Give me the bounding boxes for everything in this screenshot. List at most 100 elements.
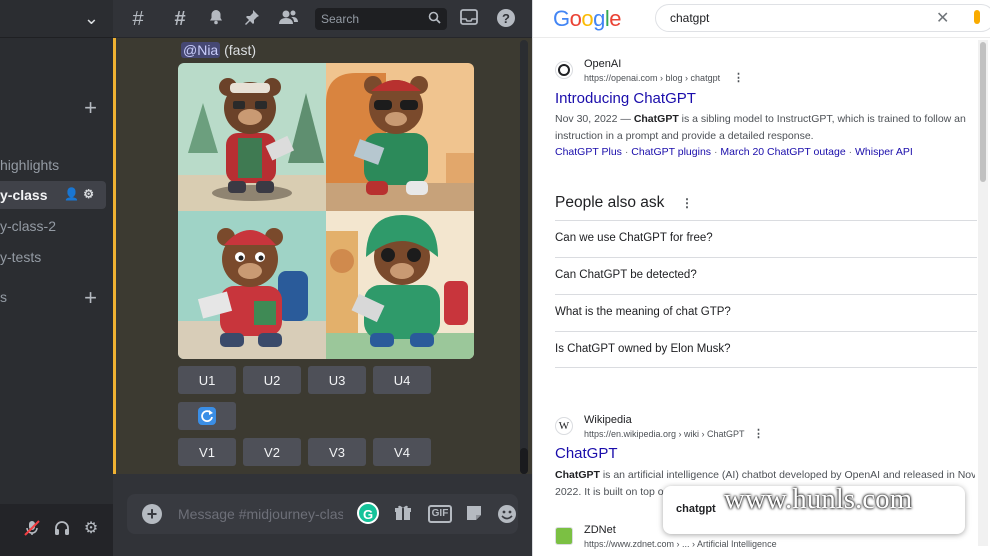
sitelinks: ChatGPT Plus · ChatGPT plugins · March 2… [555,146,913,158]
microphone-icon[interactable] [974,10,980,24]
search-placeholder: Search [321,12,360,26]
result-url[interactable]: https://openai.com › blog › chatgpt [584,73,720,83]
variation-button-1[interactable]: V1 [178,438,236,466]
result-snippet: Nov 30, 2022 — ChatGPT is a sibling mode… [555,113,966,142]
channel-tests[interactable]: y-tests [0,243,106,271]
add-channel-icon[interactable]: + [84,97,97,119]
chat-main: # # Search ? @Nia (fast) U1 U2 U3 U4 V1 … [113,0,532,556]
user-panel: ⚙ [0,504,113,556]
mute-mic-icon[interactable] [22,519,42,539]
settings-gear-icon[interactable]: ⚙ [81,519,101,539]
channel-label: y-class-2 [0,218,57,234]
message-input-placeholder[interactable]: Message #midjourney-class [178,506,343,522]
message-composer[interactable]: + Message #midjourney-class G GIF [127,494,518,534]
google-scrollbar[interactable] [978,40,988,546]
emoji-icon[interactable] [496,504,518,524]
variation-button-2[interactable]: V2 [243,438,301,466]
scrollbar-thumb[interactable] [980,42,986,182]
channel-tools: 👤⚙ [64,187,98,201]
result-source: Wikipedia [584,414,632,426]
gif-button[interactable]: GIF [428,505,452,523]
gear-icon[interactable]: ⚙ [83,187,98,201]
channel-label: y-class [0,187,48,203]
chat-scrollbar[interactable] [520,40,528,474]
paa-question[interactable]: Can ChatGPT be detected? [555,257,977,294]
wikipedia-favicon: W [555,417,573,435]
bear-image-4 [326,211,474,359]
upscale-button-2[interactable]: U2 [243,366,301,394]
hash-icon: # [132,8,144,30]
upscale-button-4[interactable]: U4 [373,366,431,394]
reroll-row [178,402,236,430]
channel-label: y-tests [0,249,42,265]
add-attachment-icon[interactable]: + [142,504,162,524]
result-title[interactable]: Introducing ChatGPT [555,90,696,107]
sitelink-plugins[interactable]: ChatGPT plugins [631,146,711,158]
snippet-keyword: ChatGPT [555,469,600,481]
add-category-channel-icon[interactable]: + [84,287,97,309]
threads-icon[interactable]: # [169,8,191,30]
google-search-input[interactable]: chatgpt ✕ [655,4,990,32]
result-url[interactable]: https://en.wikipedia.org › wiki › ChatGP… [584,429,745,439]
openai-favicon [555,61,573,79]
upscale-button-1[interactable]: U1 [178,366,236,394]
help-icon[interactable]: ? [495,8,517,30]
inbox-icon[interactable] [458,8,480,30]
scrollbar-thumb[interactable] [520,448,528,474]
sitelink-outage[interactable]: March 20 ChatGPT outage [720,146,845,158]
snippet-text: is an artificial intelligence (AI) chatb… [599,469,975,481]
sticker-icon[interactable] [463,504,485,524]
generated-image-grid[interactable] [178,63,474,359]
zdnet-favicon [555,527,573,545]
result-date: Nov 30, 2022 [555,113,618,125]
upscale-button-3[interactable]: U3 [308,366,366,394]
search-icon [428,11,441,27]
refresh-icon [198,407,216,425]
sitelink-whisper[interactable]: Whisper API [855,146,913,158]
server-header[interactable]: ⌄ [0,0,113,38]
paa-more-icon[interactable]: ⋮ [681,196,693,210]
search-query[interactable]: chatgpt [670,11,709,25]
sitelink-chatgpt-plus[interactable]: ChatGPT Plus [555,146,622,158]
search-input[interactable]: Search [315,8,447,30]
category-label: s [0,289,7,305]
clear-search-icon[interactable]: ✕ [936,8,949,28]
google-logo[interactable]: Google [553,6,622,32]
paa-question[interactable]: Can we use ChatGPT for free? [555,220,977,257]
gift-icon[interactable] [392,504,414,524]
paa-question[interactable]: Is ChatGPT owned by Elon Musk? [555,331,977,368]
paa-question[interactable]: What is the meaning of chat GTP? [555,294,977,331]
user-mention[interactable]: @Nia [181,42,221,58]
headphones-icon[interactable] [52,519,72,539]
grammarly-icon[interactable]: G [357,502,379,524]
reroll-button[interactable] [178,402,236,430]
snippet-line2: 2022. It is built on top o [555,486,664,498]
bear-image-2 [326,63,474,211]
bear-image-1 [178,63,326,211]
more-options-icon[interactable]: ⋮ [733,71,744,84]
channel-label: highlights [0,157,60,173]
bear-image-3 [178,211,326,359]
pin-icon[interactable] [241,8,263,30]
channel-class-2[interactable]: y-class-2 [0,212,106,240]
result-source: OpenAI [584,58,622,70]
variation-button-4[interactable]: V4 [373,438,431,466]
channel-sidebar: ⌄ + highlights y-class 👤⚙ y-class-2 y-te… [0,0,113,556]
more-options-icon[interactable]: ⋮ [753,427,764,440]
channel-highlights[interactable]: highlights [0,151,106,179]
invite-icon[interactable]: 👤 [64,187,83,201]
result-title[interactable]: ChatGPT [555,445,618,462]
members-icon[interactable] [277,8,299,30]
chevron-down-icon[interactable]: ⌄ [84,8,99,29]
watermark-text: www.hunls.com [724,483,913,515]
category-header[interactable]: s [0,283,20,311]
popup-query[interactable]: chatgpt [676,503,716,515]
channel-class[interactable]: y-class 👤⚙ [0,181,106,209]
mode-label: (fast) [224,42,256,58]
svg-text:?: ? [502,11,510,26]
variation-button-row: V1 V2 V3 V4 [178,438,431,466]
snippet-text: is a sibling model to InstructGPT, which… [555,113,966,142]
result-url[interactable]: https://www.zdnet.com › ... › Artificial… [584,539,777,549]
bell-icon[interactable] [205,8,227,30]
variation-button-3[interactable]: V3 [308,438,366,466]
